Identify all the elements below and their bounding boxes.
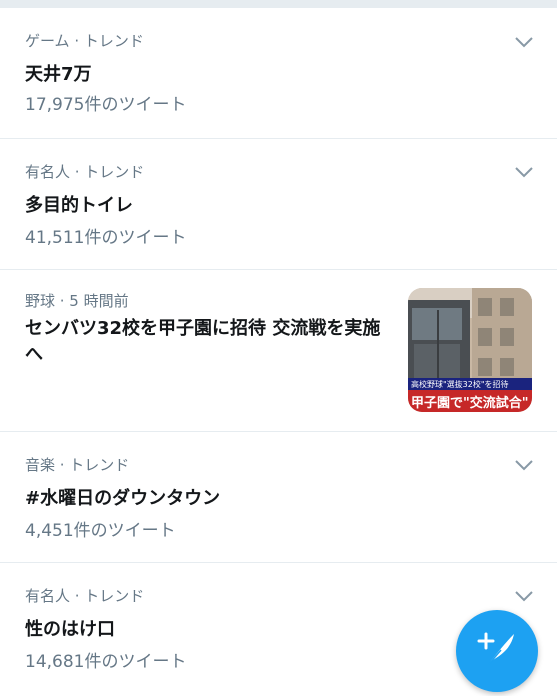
trend-title: #水曜日のダウンタウン — [25, 488, 221, 509]
trend-meta: 有名人 · トレンド — [25, 163, 145, 181]
thumb-caption-top: 高校野球"選抜32校"を招待 — [411, 379, 509, 389]
trend-meta: ゲーム · トレンド — [25, 32, 144, 50]
trend-count: 4,451件のツイート — [25, 521, 176, 541]
trend-title: 多目的トイレ — [25, 195, 133, 216]
trend-item[interactable]: 有名人 · トレンド 多目的トイレ 41,511件のツイート — [0, 139, 557, 269]
trend-count: 41,511件のツイート — [25, 228, 187, 248]
chevron-down-icon[interactable] — [514, 589, 534, 603]
news-item[interactable]: 野球 · 5 時間前 センバツ32校を甲子園に招待 交流戦を実施へ 高校野球"選… — [0, 270, 557, 431]
trend-meta: 有名人 · トレンド — [25, 587, 145, 605]
trend-count: 17,975件のツイート — [25, 95, 187, 115]
trend-item[interactable]: ゲーム · トレンド 天井7万 17,975件のツイート — [0, 8, 557, 138]
thumb-caption-main: 甲子園で"交流試合" — [411, 395, 529, 411]
trend-item[interactable]: 音楽 · トレンド #水曜日のダウンタウン 4,451件のツイート — [0, 432, 557, 562]
trend-count: 14,681件のツイート — [25, 652, 187, 672]
chevron-down-icon[interactable] — [514, 165, 534, 179]
news-meta: 野球 · 5 時間前 — [25, 292, 129, 310]
trend-title: 性のはけ口 — [25, 619, 115, 640]
top-band — [0, 0, 557, 8]
news-thumbnail[interactable]: 高校野球"選抜32校"を招待 甲子園で"交流試合" — [408, 288, 532, 412]
trend-meta: 音楽 · トレンド — [25, 456, 130, 474]
chevron-down-icon[interactable] — [514, 458, 534, 472]
trend-title: 天井7万 — [25, 64, 92, 85]
news-title: センバツ32校を甲子園に招待 交流戦を実施へ — [25, 318, 381, 365]
chevron-down-icon[interactable] — [514, 35, 534, 49]
